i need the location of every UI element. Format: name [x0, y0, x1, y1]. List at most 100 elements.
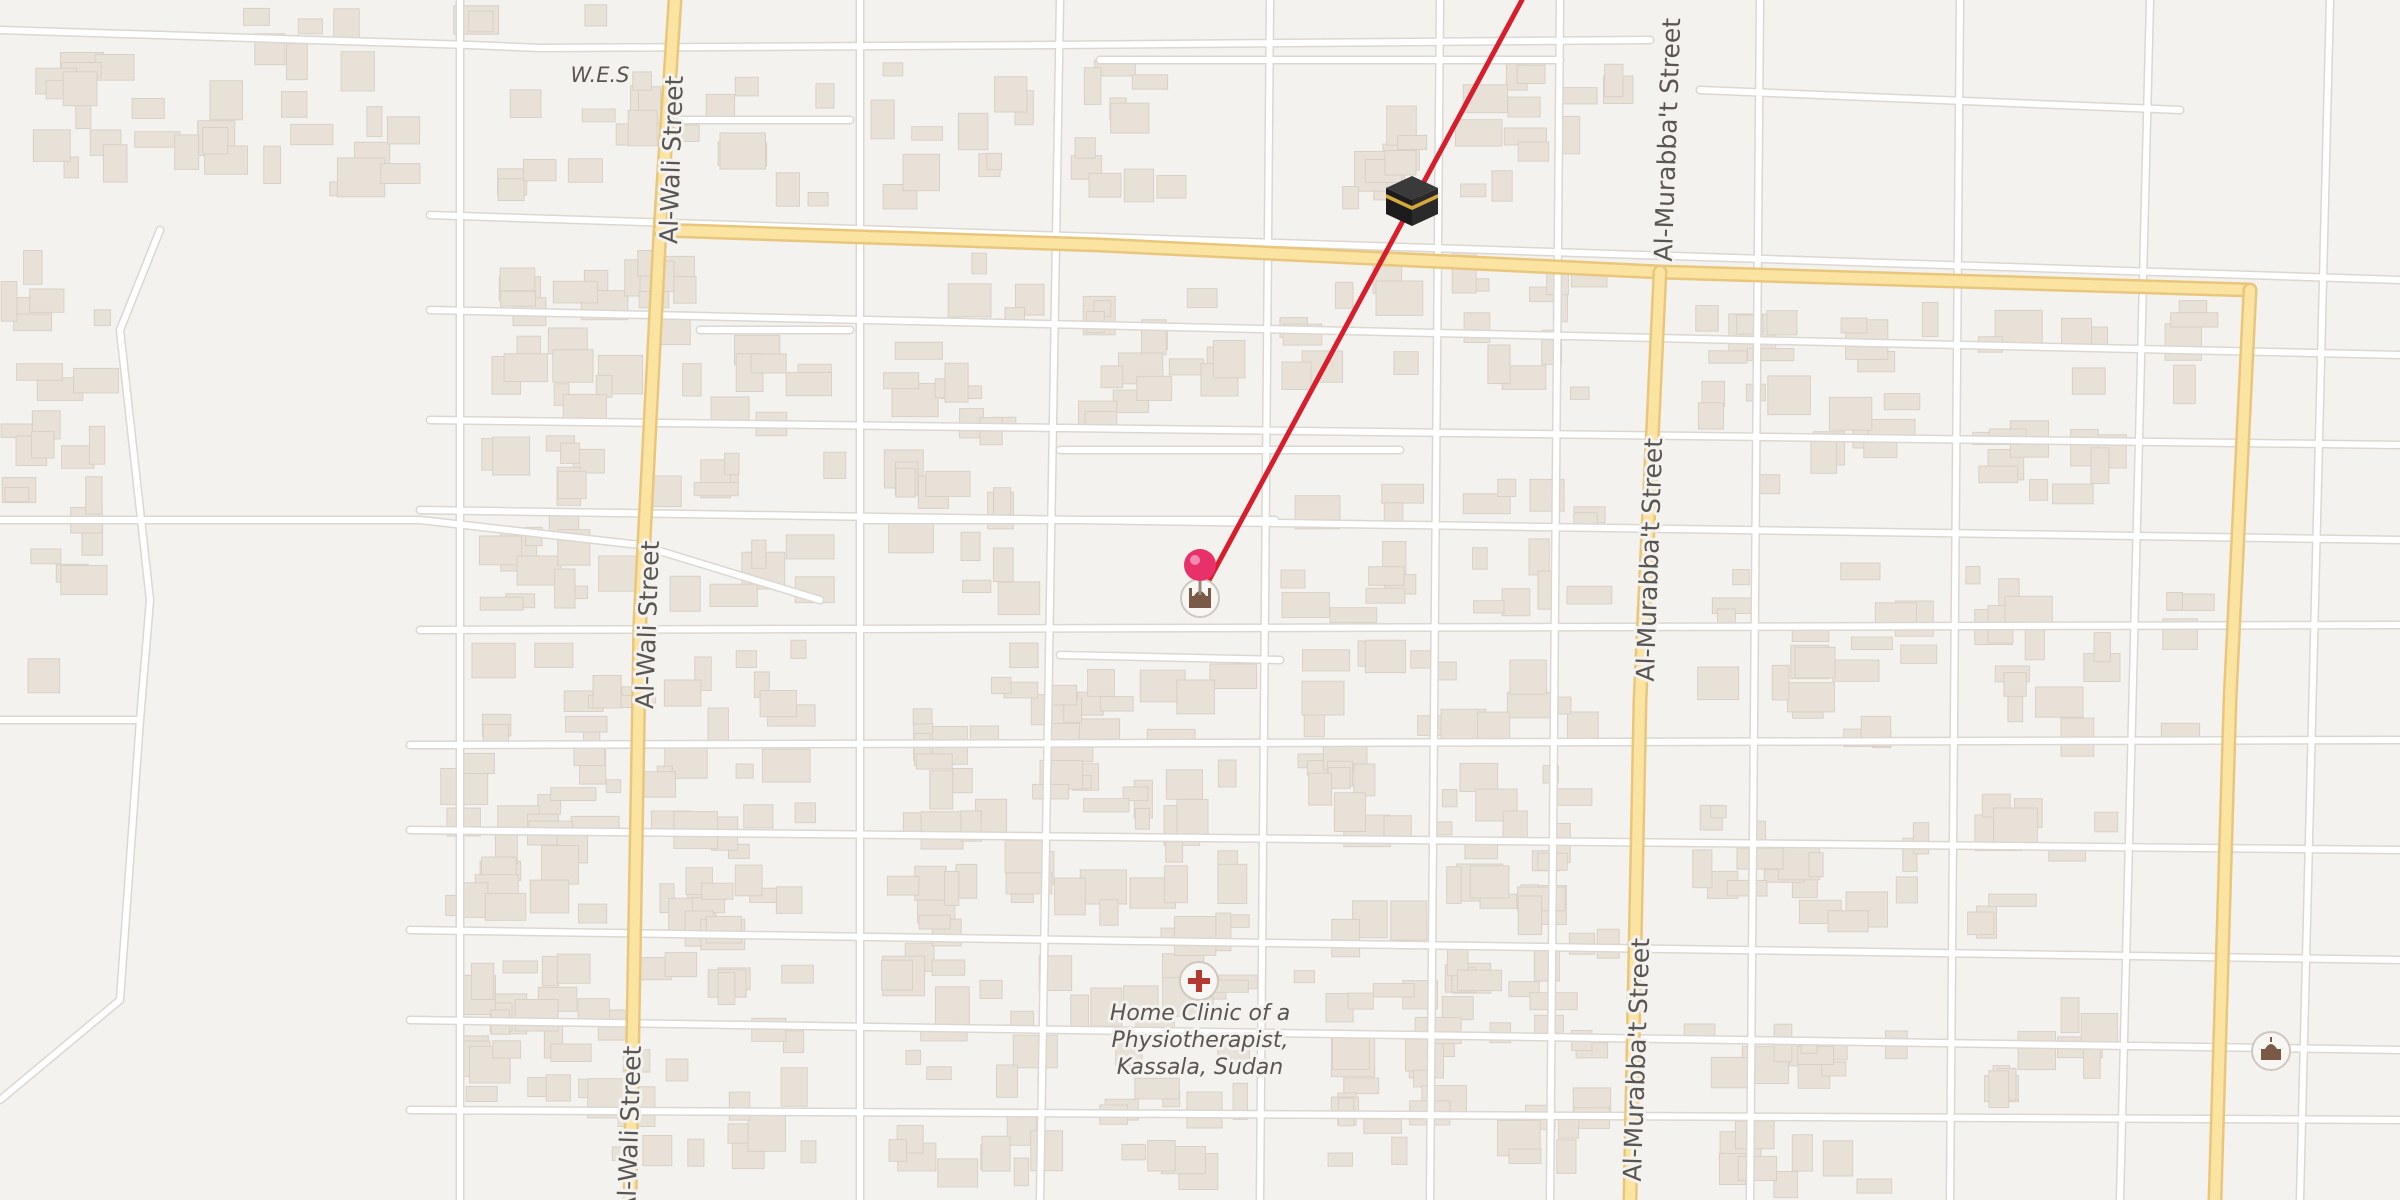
place-label-wes: W.E.S — [570, 63, 629, 87]
building — [1302, 649, 1351, 672]
building — [2090, 447, 2110, 484]
building — [1736, 847, 1784, 870]
building — [915, 753, 953, 770]
building — [663, 679, 702, 707]
building — [4, 487, 30, 502]
building — [1567, 711, 1599, 741]
building — [1737, 1155, 1777, 1182]
building — [1390, 900, 1428, 941]
building — [934, 986, 970, 1027]
building — [962, 579, 992, 594]
building — [1827, 910, 1869, 933]
building — [492, 436, 531, 476]
building — [1083, 67, 1102, 105]
building — [380, 163, 421, 185]
mosque-poi-2[interactable] — [2251, 1031, 2291, 1071]
building — [1301, 680, 1345, 716]
building — [1791, 628, 1830, 643]
building — [1965, 566, 1981, 585]
building — [134, 131, 181, 148]
building — [565, 715, 608, 733]
building — [1134, 1077, 1180, 1100]
building — [1397, 134, 1428, 150]
building — [550, 1043, 592, 1062]
building — [1697, 402, 1725, 430]
building — [1726, 879, 1768, 897]
building — [1087, 669, 1115, 697]
building — [960, 531, 981, 562]
building — [2089, 326, 2108, 346]
building — [905, 1049, 922, 1065]
map-canvas[interactable]: W.E.S Al-Wali Street Al-Wali Street Al-W… — [0, 0, 2400, 1200]
building — [650, 475, 682, 508]
building — [785, 534, 835, 560]
building — [957, 112, 989, 151]
building — [479, 596, 524, 611]
building — [1168, 358, 1205, 376]
building — [883, 372, 920, 390]
building — [1840, 562, 1881, 581]
building — [979, 979, 1003, 999]
building — [386, 116, 421, 145]
building — [1212, 340, 1246, 379]
building — [1507, 96, 1541, 118]
clinic-label-line-3: Kassala, Sudan — [1117, 1055, 1283, 1080]
building — [1217, 863, 1248, 905]
building — [1517, 141, 1550, 162]
building — [88, 425, 106, 465]
building — [465, 1086, 498, 1102]
building — [209, 80, 243, 121]
building — [996, 1064, 1018, 1098]
building — [750, 353, 787, 374]
building — [27, 658, 61, 694]
building — [1560, 87, 1598, 105]
building — [1767, 375, 1811, 416]
clinic-poi[interactable] — [1179, 961, 1219, 1001]
building — [1794, 646, 1836, 679]
building — [1099, 696, 1134, 712]
building — [1009, 642, 1039, 669]
building — [562, 393, 607, 421]
building — [552, 349, 594, 383]
building — [1502, 810, 1528, 838]
building — [468, 10, 494, 33]
building — [627, 109, 658, 147]
building — [1473, 600, 1505, 614]
building — [1347, 992, 1374, 1010]
building — [1134, 807, 1150, 830]
building — [1079, 869, 1128, 905]
building — [719, 132, 766, 170]
building — [1174, 916, 1217, 956]
building — [1978, 465, 2019, 484]
building — [1446, 866, 1462, 904]
building — [1083, 798, 1130, 813]
building — [484, 892, 527, 921]
building — [882, 62, 904, 77]
building — [1460, 183, 1487, 198]
building — [920, 811, 964, 850]
building — [937, 1158, 979, 1188]
building — [931, 959, 966, 976]
building — [881, 959, 913, 991]
building — [1517, 895, 1543, 936]
building — [2052, 483, 2094, 505]
building — [1771, 664, 1790, 701]
building — [747, 1112, 786, 1152]
building — [470, 962, 495, 1000]
building — [743, 804, 774, 829]
building — [1088, 172, 1122, 198]
building — [85, 476, 103, 515]
building — [1459, 762, 1499, 793]
building — [1413, 1069, 1429, 1088]
building — [664, 952, 698, 978]
building — [1808, 852, 1824, 878]
building — [2080, 1013, 2118, 1046]
building — [1773, 1171, 1799, 1199]
building — [1074, 137, 1096, 159]
building — [297, 18, 323, 35]
building — [1343, 1077, 1380, 1095]
building — [471, 642, 516, 679]
building — [1988, 893, 2037, 907]
building — [93, 309, 112, 327]
building — [1993, 807, 2038, 843]
